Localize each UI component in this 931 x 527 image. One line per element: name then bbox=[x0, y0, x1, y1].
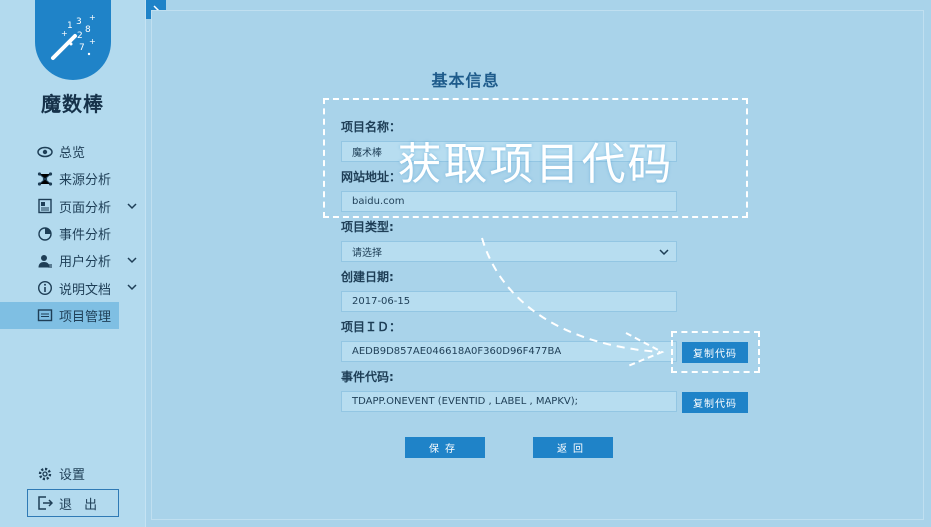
project-id-field[interactable]: AEDB9D857AE046618A0F360D96F477BA bbox=[341, 341, 677, 362]
svg-text:+: + bbox=[61, 29, 68, 38]
create-date-label: 创建日期: bbox=[341, 270, 394, 284]
svg-text:+: + bbox=[89, 13, 96, 22]
settings-link[interactable]: 设置 bbox=[37, 464, 85, 483]
project-type-value: 请选择 bbox=[352, 248, 382, 259]
logout-icon bbox=[37, 495, 53, 511]
page-icon bbox=[37, 198, 53, 214]
user-icon bbox=[37, 253, 53, 269]
sidebar-item-label: 页面分析 bbox=[59, 200, 112, 216]
chevron-down-icon[interactable] bbox=[126, 254, 138, 266]
save-button[interactable]: 保存 bbox=[405, 437, 485, 458]
page-title: 基本信息 bbox=[431, 71, 500, 90]
network-icon bbox=[37, 171, 53, 187]
settings-label: 设置 bbox=[59, 468, 86, 483]
svg-text:7: 7 bbox=[79, 43, 85, 53]
svg-text:8: 8 bbox=[85, 25, 91, 35]
magic-wand-icon: 1 3 8 2 7 + + + bbox=[51, 13, 96, 60]
sidebar-nav: 总览 来源分析 页面分析 事件分析 用户分析 说明文档 项目管理 bbox=[0, 138, 145, 330]
event-code-value: TDAPP.ONEVENT (EVENTID , LABEL , MAPKV); bbox=[352, 396, 579, 407]
copy-button-highlight bbox=[671, 331, 760, 373]
project-id-value: AEDB9D857AE046618A0F360D96F477BA bbox=[352, 346, 562, 357]
eye-icon bbox=[37, 144, 53, 160]
sidebar-item-page-analysis[interactable]: 页面分析 bbox=[0, 193, 145, 220]
sidebar-item-label: 用户分析 bbox=[59, 255, 112, 271]
project-type-label: 项目类型: bbox=[341, 220, 394, 234]
folder-icon bbox=[37, 307, 53, 323]
logout-button[interactable]: 退 出 bbox=[27, 489, 119, 517]
svg-text:1: 1 bbox=[67, 21, 73, 31]
sidebar-item-project-management[interactable]: 项目管理 bbox=[0, 301, 119, 330]
project-type-select[interactable]: 请选择 bbox=[341, 241, 677, 262]
sidebar-item-user-analysis[interactable]: 用户分析 bbox=[0, 247, 145, 274]
create-date-field[interactable]: 2017-06-15 bbox=[341, 291, 677, 312]
sidebar-item-overview[interactable]: 总览 bbox=[0, 138, 145, 165]
svg-text:+: + bbox=[89, 37, 96, 46]
event-code-label: 事件代码: bbox=[341, 370, 394, 384]
chevron-down-icon[interactable] bbox=[126, 200, 138, 212]
chevron-down-icon bbox=[659, 249, 669, 256]
event-code-field[interactable]: TDAPP.ONEVENT (EVENTID , LABEL , MAPKV); bbox=[341, 391, 677, 412]
sidebar-item-label: 总览 bbox=[59, 146, 86, 162]
sidebar-item-label: 说明文档 bbox=[59, 282, 112, 298]
copy-event-code-button[interactable]: 复制代码 bbox=[682, 392, 748, 413]
project-id-label: 项目ＩＤ： bbox=[341, 320, 402, 334]
callout-text: 获取项目代码 bbox=[397, 139, 674, 190]
gear-icon bbox=[37, 466, 53, 482]
create-date-value: 2017-06-15 bbox=[352, 296, 411, 307]
pie-icon bbox=[37, 226, 53, 242]
sidebar-item-event-analysis[interactable]: 事件分析 bbox=[0, 220, 145, 247]
svg-text:3: 3 bbox=[76, 17, 82, 27]
sidebar-item-label: 事件分析 bbox=[59, 228, 112, 244]
app-name: 魔数棒 bbox=[41, 92, 104, 116]
info-icon bbox=[37, 280, 53, 296]
chevron-down-icon[interactable] bbox=[126, 281, 138, 293]
sidebar-item-source-analysis[interactable]: 来源分析 bbox=[0, 165, 145, 192]
back-button[interactable]: 返回 bbox=[533, 437, 613, 458]
svg-text:2: 2 bbox=[77, 31, 83, 41]
sidebar-item-label: 来源分析 bbox=[59, 173, 112, 189]
logout-label: 退 出 bbox=[59, 497, 102, 513]
sidebar-item-label: 项目管理 bbox=[59, 309, 112, 325]
sidebar-item-docs[interactable]: 说明文档 bbox=[0, 274, 145, 301]
